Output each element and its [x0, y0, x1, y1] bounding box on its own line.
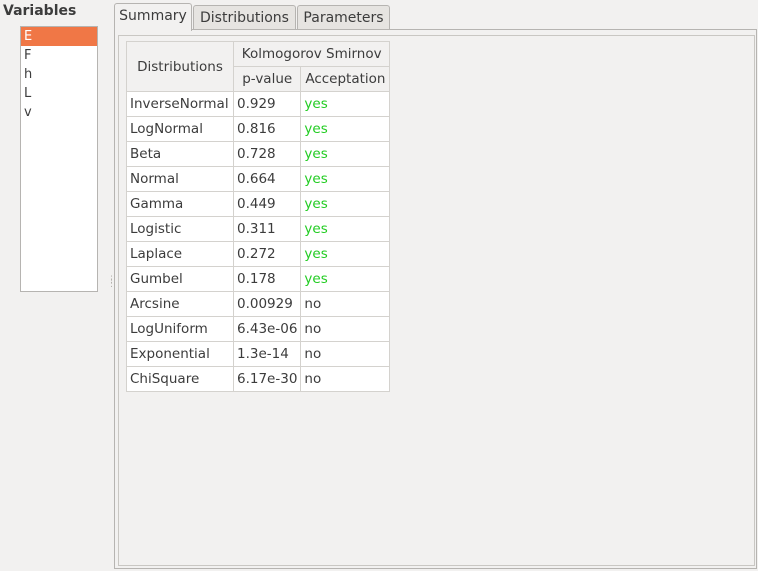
tab-summary[interactable]: Summary: [114, 3, 192, 31]
acceptation-cell: yes: [300, 166, 391, 192]
acceptation-cell: no: [300, 341, 391, 367]
variables-title: Variables: [3, 3, 77, 19]
distribution-name: Laplace: [126, 241, 234, 267]
variable-item-f[interactable]: F: [21, 46, 97, 65]
variable-item-l[interactable]: L: [21, 84, 97, 103]
table-row[interactable]: LogUniform 6.43e-06 no: [126, 316, 391, 342]
distribution-name: Exponential: [126, 341, 234, 367]
variable-item-e[interactable]: E: [21, 27, 97, 46]
acceptation-cell: yes: [300, 191, 391, 217]
variable-item-v[interactable]: v: [21, 103, 97, 122]
table-row[interactable]: Laplace 0.272 yes: [126, 241, 391, 267]
pvalue-cell: 0.178: [232, 266, 302, 292]
table-row[interactable]: Beta 0.728 yes: [126, 141, 391, 167]
distribution-name: InverseNormal: [126, 91, 234, 117]
pvalue-cell: 0.728: [232, 141, 302, 167]
header-distributions[interactable]: Distributions: [126, 41, 234, 92]
header-pvalue[interactable]: p-value: [232, 66, 302, 92]
table-row[interactable]: Arcsine 0.00929 no: [126, 291, 391, 317]
distribution-name: Normal: [126, 166, 234, 192]
distribution-name: Gumbel: [126, 266, 234, 292]
acceptation-cell: yes: [300, 141, 391, 167]
acceptation-cell: no: [300, 291, 391, 317]
tab-distributions[interactable]: Distributions: [193, 5, 296, 30]
pvalue-cell: 0.664: [232, 166, 302, 192]
distribution-name: Gamma: [126, 191, 234, 217]
distribution-name: Arcsine: [126, 291, 234, 317]
acceptation-cell: no: [300, 316, 391, 342]
summary-table: Distributions Kolmogorov Smirnov p-value…: [126, 41, 391, 392]
distribution-name: LogUniform: [126, 316, 234, 342]
table-row[interactable]: Normal 0.664 yes: [126, 166, 391, 192]
pvalue-cell: 0.311: [232, 216, 302, 242]
splitter-handle[interactable]: ⋮ ⋮: [107, 276, 116, 292]
tab-parameters[interactable]: Parameters: [297, 5, 390, 30]
pvalue-cell: 0.00929: [232, 291, 302, 317]
header-kolmogorov-smirnov[interactable]: Kolmogorov Smirnov: [232, 41, 391, 67]
acceptation-cell: yes: [300, 241, 391, 267]
distribution-name: LogNormal: [126, 116, 234, 142]
distribution-name: Logistic: [126, 216, 234, 242]
acceptation-cell: yes: [300, 116, 391, 142]
variables-list[interactable]: E F h L v: [20, 26, 98, 292]
table-row[interactable]: ChiSquare 6.17e-30 no: [126, 366, 391, 392]
pvalue-cell: 0.816: [232, 116, 302, 142]
table-row[interactable]: Gumbel 0.178 yes: [126, 266, 391, 292]
table-row[interactable]: Exponential 1.3e-14 no: [126, 341, 391, 367]
variable-item-h[interactable]: h: [21, 65, 97, 84]
table-row[interactable]: InverseNormal 0.929 yes: [126, 91, 391, 117]
header-acceptation[interactable]: Acceptation: [300, 66, 391, 92]
pvalue-cell: 1.3e-14: [232, 341, 302, 367]
table-row[interactable]: Logistic 0.311 yes: [126, 216, 391, 242]
acceptation-cell: yes: [300, 216, 391, 242]
acceptation-cell: no: [300, 366, 391, 392]
pvalue-cell: 6.43e-06: [232, 316, 302, 342]
distribution-name: Beta: [126, 141, 234, 167]
acceptation-cell: yes: [300, 91, 391, 117]
acceptation-cell: yes: [300, 266, 391, 292]
table-row[interactable]: LogNormal 0.816 yes: [126, 116, 391, 142]
distribution-name: ChiSquare: [126, 366, 234, 392]
pvalue-cell: 0.449: [232, 191, 302, 217]
pvalue-cell: 0.929: [232, 91, 302, 117]
pvalue-cell: 0.272: [232, 241, 302, 267]
pvalue-cell: 6.17e-30: [232, 366, 302, 392]
table-row[interactable]: Gamma 0.449 yes: [126, 191, 391, 217]
